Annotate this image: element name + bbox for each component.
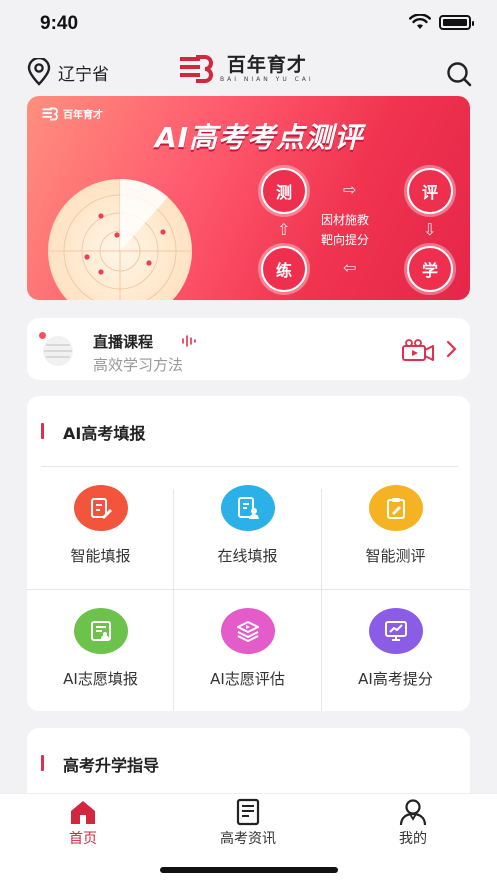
logo-title: 百年育才 <box>226 54 307 76</box>
ai-fill-section: AI高考填报 智能填报 在线填报 智能测评 AI志愿填报 AI志愿评估 AI高考… <box>27 396 470 711</box>
layers-play-icon <box>220 608 275 654</box>
banner-title: AI高考考点测评 <box>155 121 364 154</box>
profile-icon <box>399 799 427 826</box>
status-time: 9:40 <box>40 13 79 34</box>
feature-label: AI高考提分 <box>358 670 433 688</box>
step-practice-button[interactable]: 练 <box>261 246 307 292</box>
tab-label: 高考资讯 <box>220 831 276 847</box>
arrow-up-icon: ⇧ <box>277 220 291 239</box>
wifi-icon <box>409 14 431 29</box>
feature-online-fill[interactable]: 在线填报 <box>174 467 321 567</box>
live-course-title: 直播课程 <box>93 333 154 351</box>
search-icon[interactable] <box>445 60 473 88</box>
feature-label: AI志愿填报 <box>63 670 138 688</box>
promo-banner[interactable]: 百年育才 AI高考考点测评 测 评 学 练 ⇨ ⇩ ⇦ ⇧ 因材施教 靶向提分 <box>27 96 470 300</box>
home-indicator <box>160 867 338 873</box>
tab-home[interactable]: 首页 <box>28 798 138 848</box>
tab-news[interactable]: 高考资讯 <box>193 798 303 848</box>
banner-brand: 百年育才 <box>41 106 103 121</box>
arrow-left-icon: ⇦ <box>343 258 357 277</box>
banner-slogan-line: 因材施教 <box>321 213 370 227</box>
logo-subtitle: BAI NIAN YU CAI <box>220 76 314 83</box>
step-learn-button[interactable]: 学 <box>407 246 453 292</box>
feature-smart-fill[interactable]: 智能填报 <box>27 467 174 567</box>
banner-slogan: 因材施教 靶向提分 <box>321 210 369 250</box>
logo-mark-icon <box>180 55 213 83</box>
feature-smart-assessment[interactable]: 智能测评 <box>322 467 469 567</box>
chevron-right-icon[interactable] <box>445 340 457 358</box>
section-title: AI高考填报 <box>63 424 146 443</box>
app-logo: 百年育才 BAI NIAN YU CAI <box>178 54 314 84</box>
step-test-button[interactable]: 测 <box>261 168 307 214</box>
section-accent-bar <box>41 755 44 771</box>
feature-label: 智能填报 <box>70 547 131 565</box>
feature-label: 智能测评 <box>365 547 426 565</box>
app-header: 辽宁省 百年育才 BAI NIAN YU CAI <box>0 48 497 94</box>
location-pin-icon <box>27 58 51 86</box>
section-accent-bar <box>41 423 44 439</box>
live-course-card[interactable]: 直播课程 高效学习方法 <box>27 318 470 380</box>
feature-grid: 智能填报 在线填报 智能测评 AI志愿填报 AI志愿评估 AI高考提分 <box>27 467 470 711</box>
live-course-subtitle: 高效学习方法 <box>93 356 184 374</box>
form-user-icon <box>73 608 128 654</box>
location-label: 辽宁省 <box>58 64 109 85</box>
feature-ai-volunteer-fill[interactable]: AI志愿填报 <box>27 590 174 690</box>
user-doc-icon <box>220 485 275 531</box>
status-bar: 9:40 <box>0 0 497 48</box>
section-title: 高考升学指导 <box>63 756 160 775</box>
sound-wave-icon <box>182 335 196 347</box>
location-selector[interactable]: 辽宁省 <box>26 58 109 86</box>
video-camera-icon[interactable] <box>401 338 435 362</box>
home-icon <box>71 801 95 824</box>
banner-brand-label: 百年育才 <box>63 110 103 121</box>
news-icon <box>236 798 260 826</box>
step-evaluate-button[interactable]: 评 <box>407 168 453 214</box>
banner-slogan-line: 靶向提分 <box>321 233 370 247</box>
logo-mark-icon <box>42 106 58 121</box>
battery-icon <box>439 14 474 30</box>
feature-ai-volunteer-evaluate[interactable]: AI志愿评估 <box>174 590 321 690</box>
tab-profile[interactable]: 我的 <box>358 798 468 848</box>
arrow-down-icon: ⇩ <box>423 220 437 239</box>
feature-label: 在线填报 <box>217 547 278 565</box>
arrow-right-icon: ⇨ <box>343 180 357 199</box>
feature-label: AI志愿评估 <box>210 670 285 688</box>
monitor-chart-icon <box>368 608 423 654</box>
feature-ai-score-boost[interactable]: AI高考提分 <box>322 590 469 690</box>
radar-graphic <box>48 178 192 300</box>
tab-label: 首页 <box>69 831 97 847</box>
tab-label: 我的 <box>399 831 427 847</box>
clipboard-pen-icon <box>368 485 423 531</box>
globe-icon <box>43 336 73 366</box>
edit-doc-icon <box>73 485 128 531</box>
status-icons <box>409 14 474 30</box>
